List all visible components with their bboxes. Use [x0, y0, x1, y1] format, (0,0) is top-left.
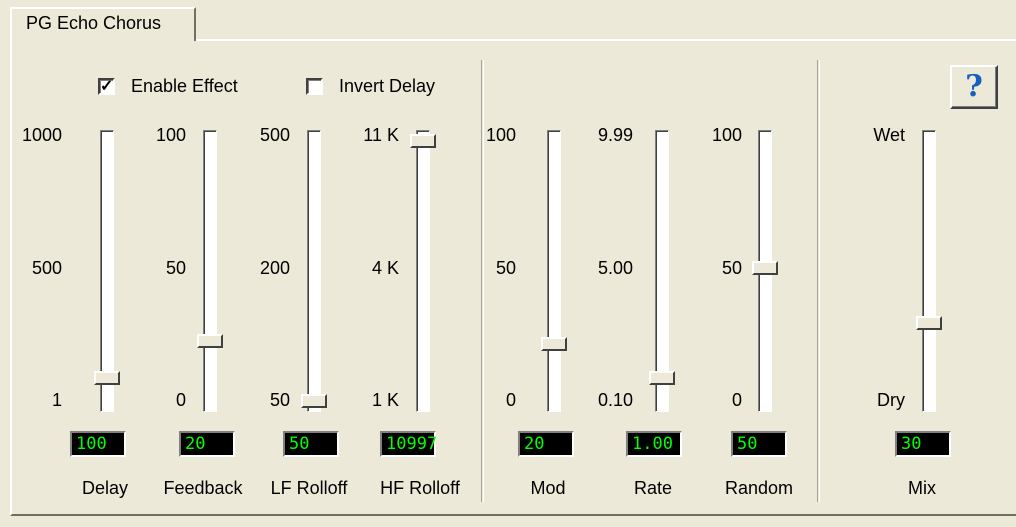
tick-label: 100	[485, 125, 516, 145]
tick-label: 1 K	[371, 390, 399, 410]
tick-label: 0	[505, 390, 516, 410]
tick-label: 1000	[21, 125, 62, 145]
slider-track[interactable]	[547, 130, 561, 412]
enable-effect-checkbox[interactable]: ✓ Enable Effect	[98, 76, 238, 97]
value-display[interactable]: 50	[731, 431, 787, 457]
tick-label: Dry	[877, 390, 905, 410]
slider-label: HF Rolloff	[380, 478, 460, 498]
slider-track[interactable]	[922, 130, 936, 412]
section-divider-1	[481, 60, 484, 502]
tab-pg-echo-chorus[interactable]: PG Echo Chorus	[10, 7, 196, 41]
tick-label: 4 K	[371, 258, 399, 278]
slider-thumb[interactable]	[197, 334, 223, 349]
slider-thumb[interactable]	[301, 394, 327, 408]
tick-label: 50	[721, 258, 742, 278]
slider-label: Mix	[908, 478, 936, 498]
invert-delay-label: Invert Delay	[339, 76, 436, 96]
tick-label: 50	[495, 258, 516, 278]
tick-label: 11 K	[363, 125, 399, 145]
tick-label: 0	[731, 390, 742, 410]
tick-label: 50	[269, 390, 290, 410]
value-display[interactable]: 10997	[380, 431, 437, 457]
slider-label: Random	[724, 478, 794, 498]
question-icon: ?	[965, 69, 983, 104]
value-display[interactable]: 1.00	[626, 431, 682, 457]
value-display[interactable]: 50	[283, 431, 339, 457]
tick-label: 200	[259, 258, 290, 278]
value-display[interactable]: 100	[70, 431, 126, 457]
value-display[interactable]: 30	[895, 431, 951, 457]
tick-label: 50	[165, 258, 186, 278]
tab-strip-line	[196, 39, 1016, 41]
value-display[interactable]: 20	[518, 431, 574, 457]
checkbox-box[interactable]	[306, 78, 323, 95]
checkbox-box[interactable]: ✓	[98, 78, 115, 95]
enable-effect-label: Enable Effect	[131, 76, 238, 96]
slider-label: Rate	[633, 478, 673, 498]
slider-thumb[interactable]	[94, 370, 120, 385]
slider-thumb[interactable]	[752, 261, 778, 276]
tick-label: 500	[259, 125, 290, 145]
tick-label: 500	[31, 258, 62, 278]
tick-label: 5.00	[597, 258, 633, 278]
help-button[interactable]: ?	[950, 65, 998, 109]
tick-label: 100	[711, 125, 742, 145]
tick-label: 100	[155, 125, 186, 145]
slider-track[interactable]	[203, 130, 217, 412]
slider-thumb[interactable]	[916, 316, 942, 330]
section-divider-2	[817, 60, 820, 502]
slider-thumb[interactable]	[541, 336, 567, 351]
slider-thumb[interactable]	[649, 370, 675, 385]
tick-label: Wet	[873, 125, 905, 145]
slider-label: Feedback	[163, 478, 243, 498]
slider-label: Mod	[530, 478, 566, 498]
slider-track[interactable]	[416, 130, 430, 412]
value-display[interactable]: 20	[179, 431, 235, 457]
slider-track[interactable]	[307, 130, 321, 412]
tick-label: 0	[175, 390, 186, 410]
slider-thumb[interactable]	[410, 134, 436, 148]
tick-label: 1	[51, 390, 62, 410]
tick-label: 0.10	[597, 390, 633, 410]
invert-delay-checkbox[interactable]: Invert Delay	[306, 76, 435, 97]
slider-label: LF Rolloff	[270, 478, 348, 498]
tick-label: 9.99	[597, 125, 633, 145]
